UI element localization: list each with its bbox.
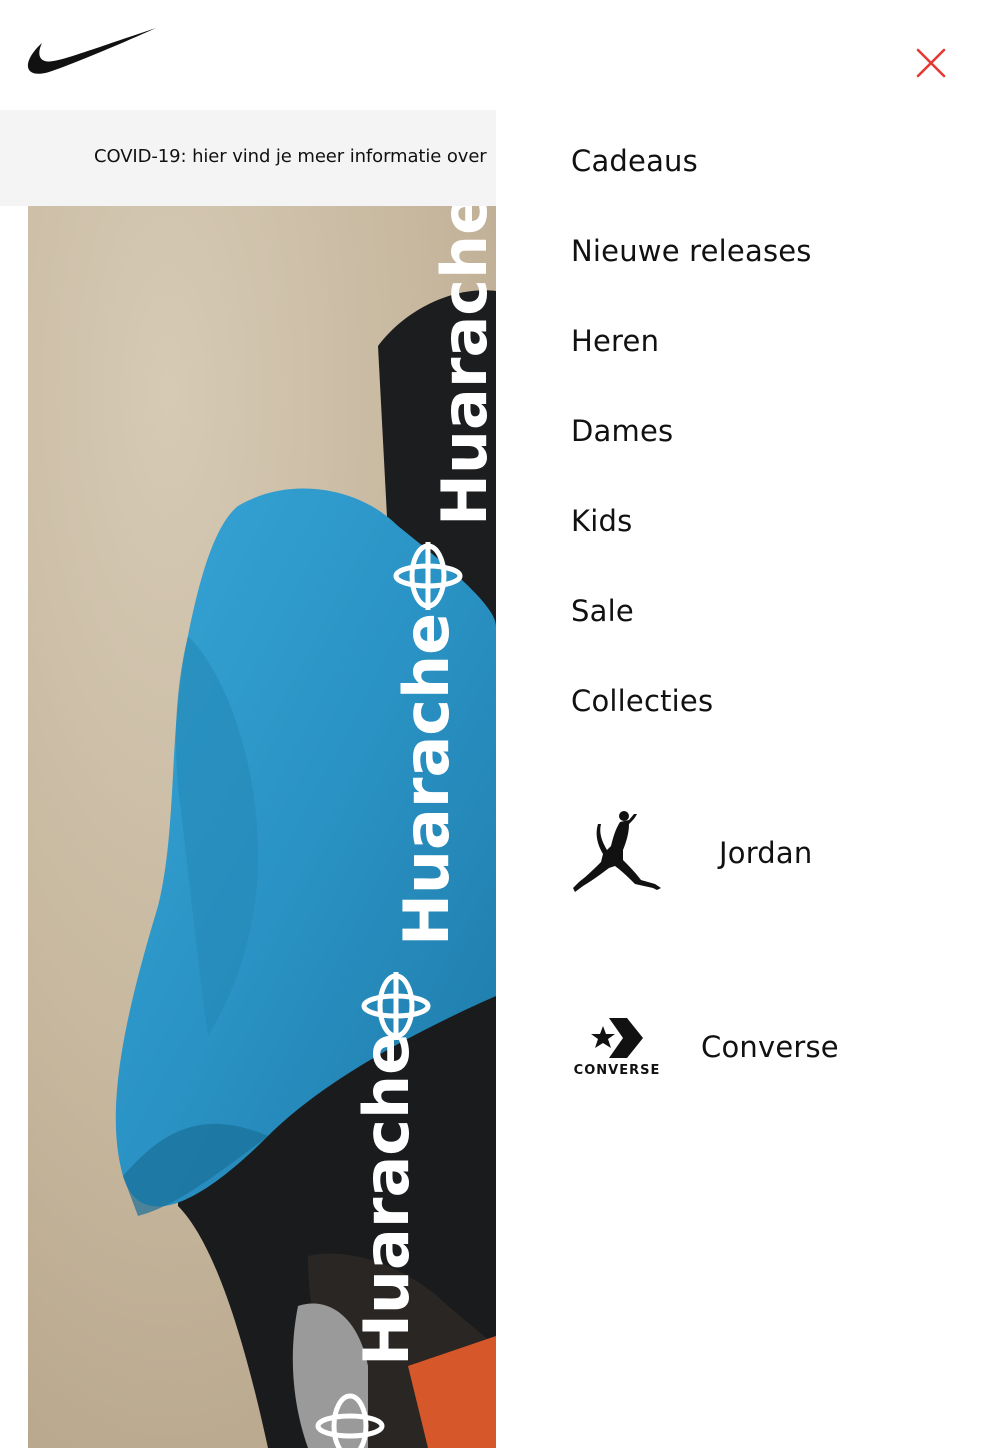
brand-label-jordan[interactable]: Jordan bbox=[719, 836, 812, 870]
menu-item-collecties[interactable]: Collecties bbox=[571, 680, 812, 770]
menu-item-sale[interactable]: Sale bbox=[571, 590, 812, 680]
close-icon[interactable] bbox=[908, 40, 954, 86]
brand-link-converse[interactable]: CONVERSE Converse bbox=[571, 1002, 839, 1092]
menu-item-nieuwe-releases[interactable]: Nieuwe releases bbox=[571, 230, 812, 320]
converse-logo-text: CONVERSE bbox=[574, 1063, 661, 1078]
menu-item-heren[interactable]: Heren bbox=[571, 320, 812, 410]
hero-overlay-text: Huarache bbox=[350, 1033, 423, 1366]
hero-image: Huarache Huarache Huarache bbox=[28, 206, 496, 1448]
menu-list: Cadeaus Nieuwe releases Heren Dames Kids… bbox=[571, 140, 812, 770]
jumpman-icon bbox=[573, 811, 661, 892]
menu-item-cadeaus[interactable]: Cadeaus bbox=[571, 140, 812, 230]
brand-label-converse[interactable]: Converse bbox=[701, 1030, 839, 1064]
covid-banner-text[interactable]: COVID-19: hier vind je meer informatie o… bbox=[94, 146, 487, 167]
converse-icon: CONVERSE bbox=[574, 1018, 661, 1078]
hero-overlay-text: Huarache bbox=[390, 613, 463, 946]
menu-item-dames[interactable]: Dames bbox=[571, 410, 812, 500]
hero-overlay-text: Huarache bbox=[428, 206, 496, 526]
menu-panel: Cadeaus Nieuwe releases Heren Dames Kids… bbox=[496, 110, 996, 1448]
header bbox=[0, 0, 996, 110]
brand-link-jordan[interactable]: Jordan bbox=[571, 808, 812, 898]
page: COVID-19: hier vind je meer informatie o… bbox=[0, 0, 996, 1448]
menu-item-kids[interactable]: Kids bbox=[571, 500, 812, 590]
nike-logo-icon[interactable] bbox=[26, 24, 158, 78]
covid-banner[interactable]: COVID-19: hier vind je meer informatie o… bbox=[0, 110, 496, 206]
